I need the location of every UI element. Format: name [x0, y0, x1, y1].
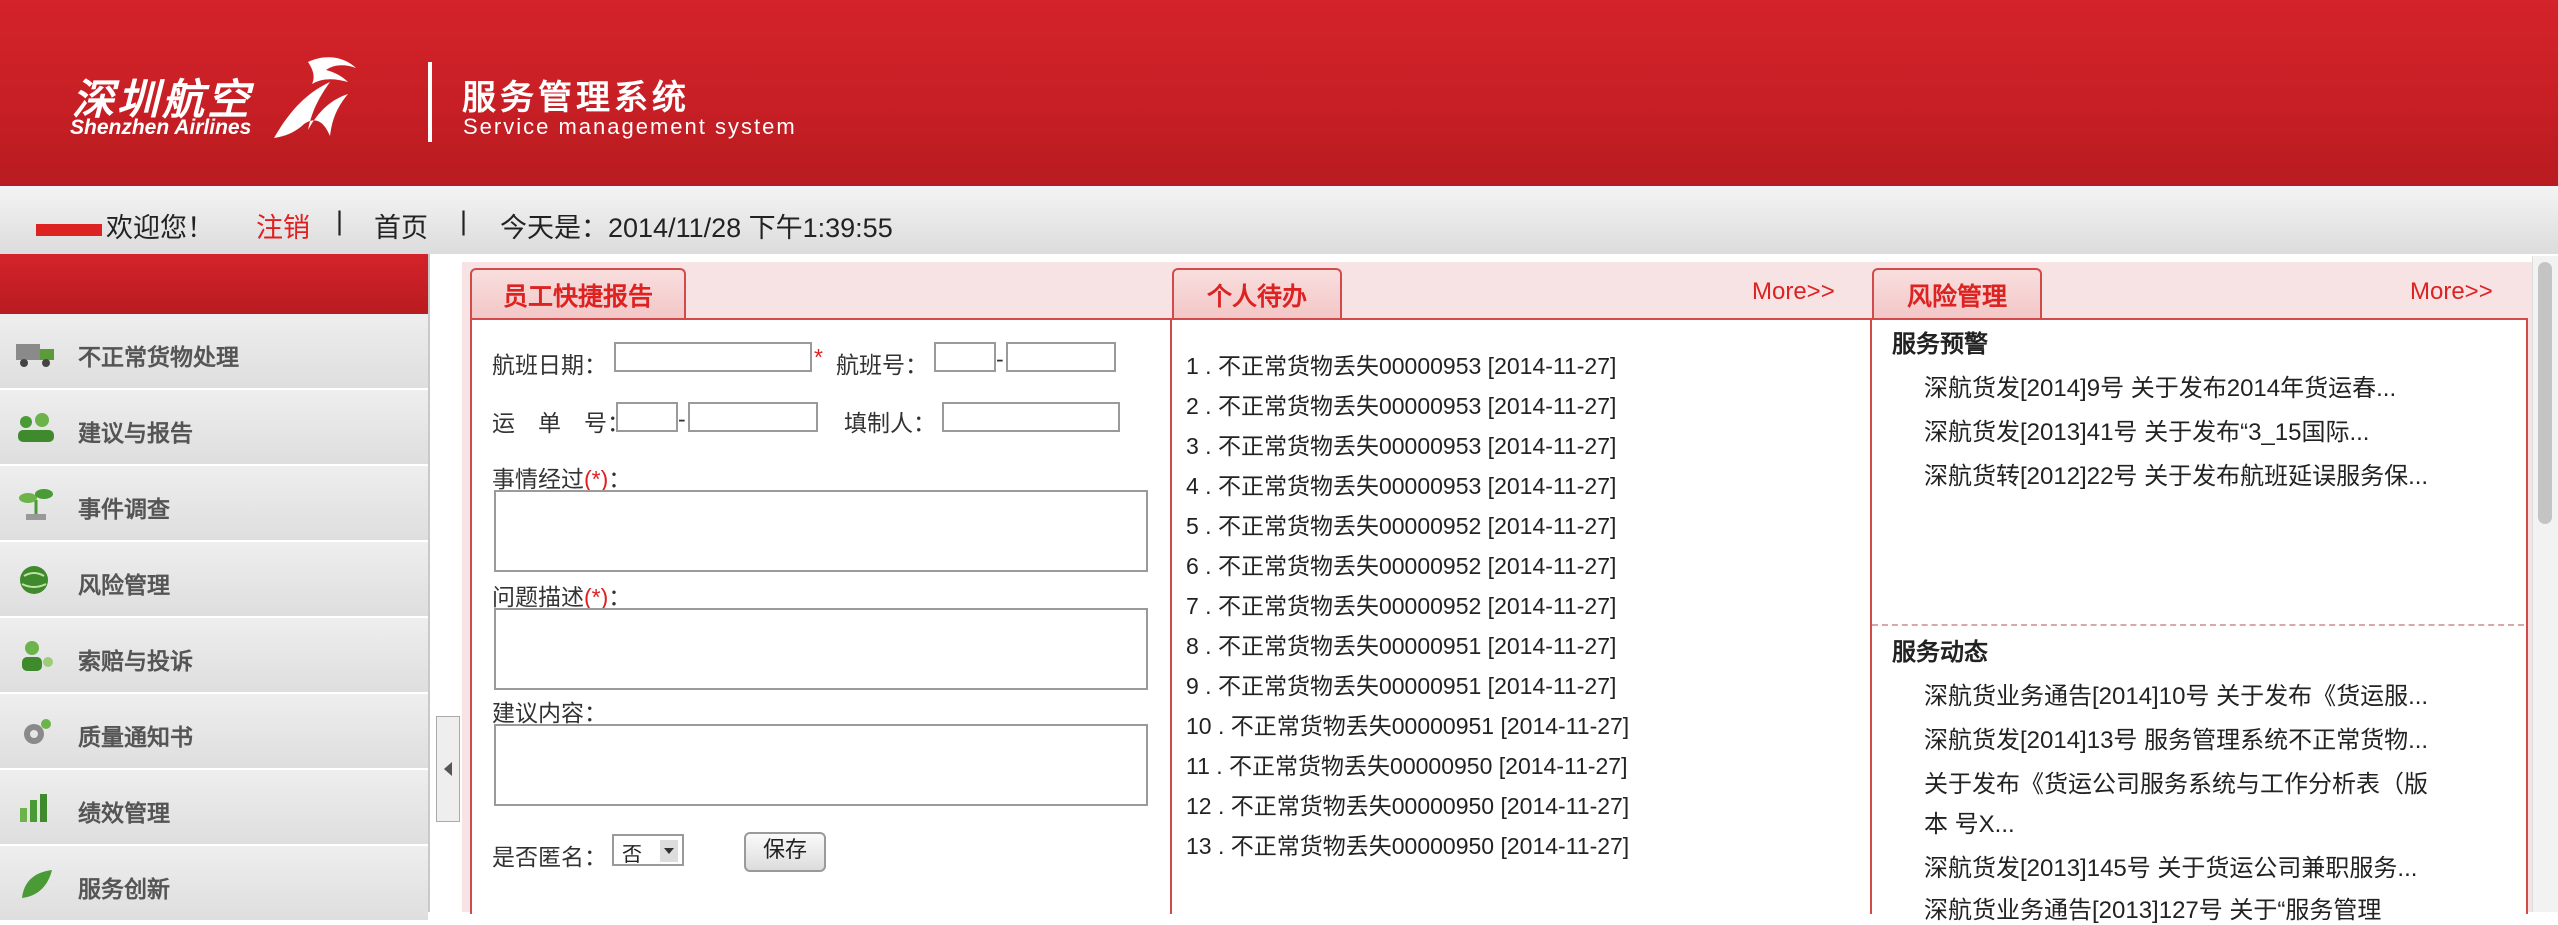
sidebar-item-innovation[interactable]: 服务创新	[0, 846, 428, 922]
list-item[interactable]: 1 . 不正常货物丢失00000953 [2014-11-27]	[1186, 346, 1629, 386]
list-item[interactable]: 5 . 不正常货物丢失00000952 [2014-11-27]	[1186, 506, 1629, 546]
list-item[interactable]: 9 . 不正常货物丢失00000951 [2014-11-27]	[1186, 666, 1629, 706]
anonymous-label: 是否匿名：	[492, 844, 607, 870]
list-item[interactable]: 6 . 不正常货物丢失00000952 [2014-11-27]	[1186, 546, 1629, 586]
flight-date-input[interactable]	[614, 342, 812, 372]
separator: |	[460, 206, 468, 236]
sidebar-item-investigation[interactable]: 事件调查	[0, 466, 428, 542]
sidebar-item-label: 服务创新	[78, 876, 170, 902]
sidebar-item-irregular-cargo[interactable]: 不正常货物处理	[0, 314, 428, 390]
suggestion-textarea[interactable]	[494, 724, 1148, 806]
risk-more-link[interactable]: More>>	[2410, 278, 2493, 306]
list-item[interactable]: 12 . 不正常货物丢失00000950 [2014-11-27]	[1186, 786, 1629, 826]
truck-icon	[16, 344, 54, 367]
tab-risk-management[interactable]: 风险管理	[1872, 268, 2042, 320]
list-item[interactable]: 11 . 不正常货物丢失00000950 [2014-11-27]	[1186, 746, 1629, 786]
welcome-message: 欢迎您！	[36, 206, 214, 245]
section-divider	[1872, 624, 2524, 626]
current-datetime: 今天是：2014/11/28 下午1:39:55	[500, 213, 893, 243]
sidebar-item-quality-notice[interactable]: 质量通知书	[0, 694, 428, 770]
list-item[interactable]: 7 . 不正常货物丢失00000952 [2014-11-27]	[1186, 586, 1629, 626]
sidebar-item-risk[interactable]: 风险管理	[0, 542, 428, 618]
warning-item[interactable]: 深航货发[2013]41号 关于发布“3_15国际...	[1924, 412, 2369, 447]
save-button[interactable]: 保存	[744, 832, 826, 872]
collapse-arrow-icon	[444, 762, 452, 776]
user-info-bar: 欢迎您！ 注销 | 首页 | 今天是：2014/11/28 下午1:39:55	[0, 186, 2558, 254]
sidebar-item-label: 建议与报告	[78, 420, 193, 446]
sidebar-item-label: 风险管理	[78, 572, 170, 598]
warning-item[interactable]: 深航货发[2014]9号 关于发布2014年货运春...	[1924, 368, 2396, 403]
problem-textarea[interactable]	[494, 608, 1148, 690]
problem-label: 问题描述(*)：	[492, 584, 632, 610]
gear-icon	[24, 719, 51, 744]
flight-no-prefix-input[interactable]	[934, 342, 996, 372]
filler-input[interactable]	[942, 402, 1120, 432]
sidebar-item-claims[interactable]: 索赔与投诉	[0, 618, 428, 694]
required-star: *	[814, 344, 823, 370]
home-link[interactable]: 首页	[374, 206, 428, 245]
list-item[interactable]: 10 . 不正常货物丢失00000951 [2014-11-27]	[1186, 706, 1629, 746]
warning-item[interactable]: 深航货转[2012]22号 关于发布航班延误服务保...	[1924, 456, 2428, 491]
plant-icon	[19, 489, 53, 520]
news-item-continued[interactable]: 本 号X...	[1924, 804, 2015, 839]
news-item[interactable]: 深航货发[2014]13号 服务管理系统不正常货物...	[1924, 720, 2428, 755]
process-textarea[interactable]	[494, 490, 1148, 572]
list-item[interactable]: 4 . 不正常货物丢失00000953 [2014-11-27]	[1186, 466, 1629, 506]
flight-no-label: 航班号：	[836, 352, 928, 378]
sidebar-collapse-toggle[interactable]	[436, 716, 460, 822]
news-item[interactable]: 深航货业务通告[2013]127号 关于“服务管理	[1924, 890, 2381, 925]
anonymous-select-value: 否	[622, 844, 642, 866]
flight-date-label: 航班日期：	[492, 352, 607, 378]
waybill-label: 运 单 号：	[492, 410, 630, 436]
filler-label: 填制人：	[844, 410, 936, 436]
chevron-down-icon	[660, 840, 678, 862]
header-banner: 深圳航空 Shenzhen Airlines 服务管理系统 Service ma…	[0, 0, 2558, 186]
list-item[interactable]: 8 . 不正常货物丢失00000951 [2014-11-27]	[1186, 626, 1629, 666]
page-scrollbar[interactable]	[2532, 256, 2558, 912]
suggestion-label: 建议内容：	[492, 700, 607, 726]
waybill-input[interactable]	[688, 402, 818, 432]
redacted-username	[36, 223, 102, 236]
sidebar-menu: 不正常货物处理 建议与报告 事件调查 风险管理 索赔与投诉 质量通知书 绩效管理…	[0, 254, 430, 922]
person-icon	[22, 641, 53, 671]
tab-employee-report[interactable]: 员工快捷报告	[470, 268, 686, 320]
process-label: 事情经过(*)：	[492, 466, 632, 492]
dash: -	[678, 406, 686, 432]
leaf-icon	[22, 870, 52, 898]
news-item[interactable]: 深航货业务通告[2014]10号 关于发布《货运服...	[1924, 676, 2428, 711]
news-item[interactable]: 深航货发[2013]145号 关于货运公司兼职服务...	[1924, 848, 2417, 883]
service-news-heading: 服务动态	[1892, 639, 1988, 666]
sidebar-item-label: 索赔与投诉	[78, 648, 193, 674]
list-item[interactable]: 3 . 不正常货物丢失00000953 [2014-11-27]	[1186, 426, 1629, 466]
todo-more-link[interactable]: More>>	[1752, 278, 1835, 306]
people-icon	[18, 413, 54, 442]
sidebar-header	[0, 254, 428, 314]
anonymous-select[interactable]: 否	[612, 834, 684, 866]
sidebar-item-suggestions[interactable]: 建议与报告	[0, 390, 428, 466]
sidebar-item-label: 质量通知书	[78, 724, 193, 750]
sidebar-item-label: 绩效管理	[78, 800, 170, 826]
sidebar-item-label: 事件调查	[78, 496, 170, 522]
sidebar-item-label: 不正常货物处理	[78, 344, 239, 370]
header-divider	[428, 62, 432, 142]
system-title-en: Service management system	[463, 114, 797, 139]
todo-list: 1 . 不正常货物丢失00000953 [2014-11-27] 2 . 不正常…	[1186, 346, 1629, 866]
system-title-cn: 服务管理系统	[462, 79, 690, 117]
airline-logo-icon	[274, 57, 356, 138]
globe-icon	[20, 566, 48, 594]
news-item[interactable]: 关于发布《货运公司服务系统与工作分析表（版	[1924, 764, 2428, 799]
dash: -	[996, 346, 1004, 372]
flight-no-input[interactable]	[1006, 342, 1116, 372]
service-warning-heading: 服务预警	[1892, 331, 1988, 358]
logout-link[interactable]: 注销	[256, 206, 310, 245]
list-item[interactable]: 2 . 不正常货物丢失00000953 [2014-11-27]	[1186, 386, 1629, 426]
waybill-prefix-input[interactable]	[616, 402, 678, 432]
sidebar-item-performance[interactable]: 绩效管理	[0, 770, 428, 846]
separator: |	[336, 206, 344, 236]
scrollbar-thumb[interactable]	[2538, 262, 2552, 524]
chart-icon	[20, 794, 47, 822]
brand-name-en: Shenzhen Airlines	[70, 116, 252, 139]
tab-personal-todo[interactable]: 个人待办	[1172, 268, 1342, 320]
list-item[interactable]: 13 . 不正常货物丢失00000950 [2014-11-27]	[1186, 826, 1629, 866]
